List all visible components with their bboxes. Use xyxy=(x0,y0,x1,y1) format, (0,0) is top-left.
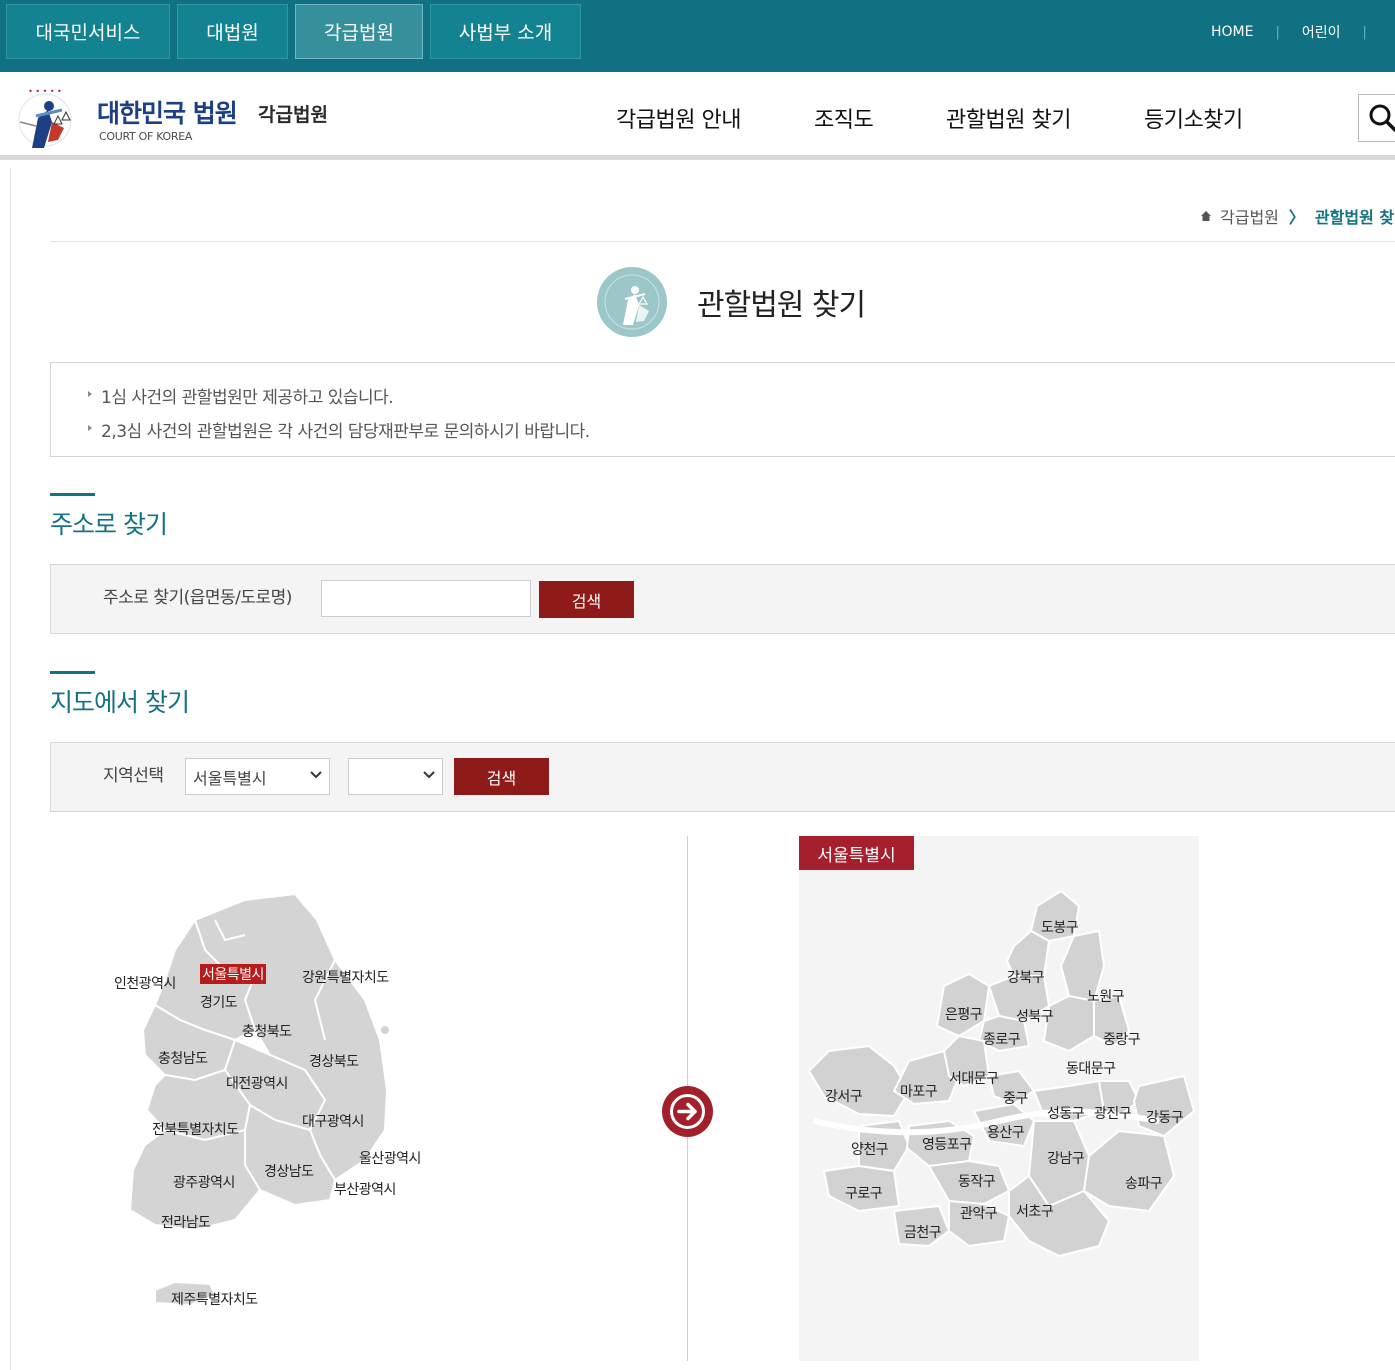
region-select-value: 서울특별시 xyxy=(193,768,267,788)
district-dobong[interactable]: 도봉구 xyxy=(1041,917,1079,937)
district-yongsan[interactable]: 용산구 xyxy=(987,1122,1025,1142)
district-gwangjin[interactable]: 광진구 xyxy=(1094,1103,1132,1123)
map-region-jeonnam[interactable]: 전라남도 xyxy=(161,1212,211,1232)
home-icon[interactable] xyxy=(1200,210,1212,222)
utility-links: HOME | 어린이 | xyxy=(1211,20,1395,44)
map-region-gwangju[interactable]: 광주광역시 xyxy=(173,1172,235,1192)
breadcrumb-parent[interactable]: 각급법원 xyxy=(1220,204,1279,228)
district-mapo[interactable]: 마포구 xyxy=(900,1081,938,1101)
address-search-label: 주소로 찾기(읍면동/도로명) xyxy=(103,588,292,608)
content-left-border xyxy=(10,168,11,1370)
gnb-registry-search[interactable]: 등기소찾기 xyxy=(1144,102,1243,134)
map-region-chungnam[interactable]: 충청남도 xyxy=(158,1048,208,1068)
district-seongbuk[interactable]: 성북구 xyxy=(1016,1006,1054,1026)
gnb-jurisdiction-search[interactable]: 관할법원 찾기 xyxy=(946,102,1071,134)
district-gangdong[interactable]: 강동구 xyxy=(1146,1107,1184,1127)
gnb-org-chart[interactable]: 조직도 xyxy=(814,102,874,134)
tab-lower-courts[interactable]: 각급법원 xyxy=(295,4,423,59)
site-logo-title[interactable]: 대한민국 법원 xyxy=(97,94,238,130)
district-seongdong[interactable]: 성동구 xyxy=(1047,1103,1085,1123)
district-jung[interactable]: 중구 xyxy=(1003,1088,1028,1108)
map-region-chungbuk[interactable]: 충청북도 xyxy=(242,1021,292,1041)
map-region-jeju[interactable]: 제주특별자치도 xyxy=(171,1289,258,1309)
map-region-jeonbuk[interactable]: 전북특별자치도 xyxy=(152,1119,239,1139)
site-logo-english: COURT OF KOREA xyxy=(99,130,193,143)
map-search-heading: 지도에서 찾기 xyxy=(50,688,190,717)
district-jungnang[interactable]: 중랑구 xyxy=(1103,1029,1141,1049)
top-navigation-bar: 대국민서비스 대법원 각급법원 사법부 소개 HOME | 어린이 | xyxy=(0,0,1395,72)
map-region-gyeongnam[interactable]: 경상남도 xyxy=(264,1161,314,1181)
breadcrumb: 각급법원 〉 관할법원 찾기 xyxy=(1200,204,1395,228)
map-search-button[interactable]: 검색 xyxy=(454,758,549,795)
page-title: 관할법원 찾기 xyxy=(697,288,866,323)
court-emblem-icon xyxy=(597,267,667,337)
chevron-down-icon xyxy=(423,771,435,779)
address-search-input[interactable] xyxy=(321,580,531,617)
site-search-button[interactable] xyxy=(1358,94,1395,142)
chevron-down-icon xyxy=(310,771,322,779)
notice-item: 2,3심 사건의 관할법원은 각 사건의 담당재판부로 문의하시기 바랍니다. xyxy=(88,417,590,442)
tab-public-services[interactable]: 대국민서비스 xyxy=(6,4,170,59)
district-seocho[interactable]: 서초구 xyxy=(1016,1201,1054,1221)
district-guro[interactable]: 구로구 xyxy=(845,1183,883,1203)
map-region-gangwon[interactable]: 강원특별자치도 xyxy=(302,967,389,987)
gnb-court-info[interactable]: 각급법원 안내 xyxy=(616,102,741,134)
site-header: • • • • • 대한민국 법원 각급법원 COURT OF KOREA 각급… xyxy=(0,72,1395,160)
map-region-gyeongbuk[interactable]: 경상북도 xyxy=(309,1051,359,1071)
divider xyxy=(50,241,1395,242)
home-link[interactable]: HOME xyxy=(1211,24,1253,40)
region-select[interactable]: 서울특별시 xyxy=(185,758,330,795)
district-nowon[interactable]: 노원구 xyxy=(1087,986,1125,1006)
map-region-ulsan[interactable]: 울산광역시 xyxy=(359,1148,421,1168)
breadcrumb-current[interactable]: 관할법원 찾기 xyxy=(1315,204,1395,228)
map-region-gyeonggi[interactable]: 경기도 xyxy=(200,992,238,1012)
notice-box: 1심 사건의 관할법원만 제공하고 있습니다. 2,3심 사건의 관할법원은 각… xyxy=(50,362,1395,457)
site-logo-subtitle[interactable]: 각급법원 xyxy=(258,100,328,127)
region-select-label: 지역선택 xyxy=(103,766,164,786)
district-eunpyeong[interactable]: 은평구 xyxy=(945,1004,983,1024)
divider: | xyxy=(1275,24,1280,40)
tab-supreme-court[interactable]: 대법원 xyxy=(177,4,288,59)
district-seodaemun[interactable]: 서대문구 xyxy=(949,1068,999,1088)
arrow-right-icon xyxy=(662,1086,713,1137)
tab-judiciary-intro[interactable]: 사법부 소개 xyxy=(430,4,581,59)
court-emblem-icon[interactable]: • • • • • xyxy=(8,82,82,152)
selected-region-tag: 서울특별시 xyxy=(799,836,914,870)
address-search-heading: 주소로 찾기 xyxy=(50,510,168,539)
section-accent-bar xyxy=(50,671,95,674)
district-gangnam[interactable]: 강남구 xyxy=(1047,1148,1085,1168)
district-select[interactable] xyxy=(348,758,443,795)
map-search-form: 지역선택 서울특별시 검색 xyxy=(50,742,1395,812)
divider: | xyxy=(1362,24,1367,40)
district-dongdaemun[interactable]: 동대문구 xyxy=(1066,1058,1116,1078)
district-jongno[interactable]: 종로구 xyxy=(983,1029,1021,1049)
breadcrumb-separator: 〉 xyxy=(1288,208,1305,227)
kids-link[interactable]: 어린이 xyxy=(1302,22,1341,42)
korea-map[interactable] xyxy=(95,880,455,1320)
district-yeongdeungpo[interactable]: 영등포구 xyxy=(922,1134,972,1154)
map-region-daegu[interactable]: 대구광역시 xyxy=(302,1111,364,1131)
district-songpa[interactable]: 송파구 xyxy=(1125,1173,1163,1193)
map-region-busan[interactable]: 부산광역시 xyxy=(334,1179,396,1199)
district-yangcheon[interactable]: 양천구 xyxy=(851,1139,889,1159)
map-region-incheon[interactable]: 인천광역시 xyxy=(114,973,176,993)
district-gangseo[interactable]: 강서구 xyxy=(825,1086,863,1106)
address-search-form: 주소로 찾기(읍면동/도로명) 검색 xyxy=(50,564,1395,634)
section-accent-bar xyxy=(50,493,95,496)
address-search-button[interactable]: 검색 xyxy=(539,581,634,618)
svg-text:• • • • •: • • • • • xyxy=(28,87,62,96)
map-region-seoul[interactable]: 서울특별시 xyxy=(200,964,266,984)
district-geumcheon[interactable]: 금천구 xyxy=(904,1222,942,1242)
district-gwanak[interactable]: 관악구 xyxy=(960,1203,998,1223)
notice-item: 1심 사건의 관할법원만 제공하고 있습니다. xyxy=(87,383,394,408)
district-gangbuk[interactable]: 강북구 xyxy=(1007,967,1045,987)
search-icon xyxy=(1369,104,1395,132)
map-region-daejeon[interactable]: 대전광역시 xyxy=(226,1073,288,1093)
district-dongjak[interactable]: 동작구 xyxy=(958,1171,996,1191)
